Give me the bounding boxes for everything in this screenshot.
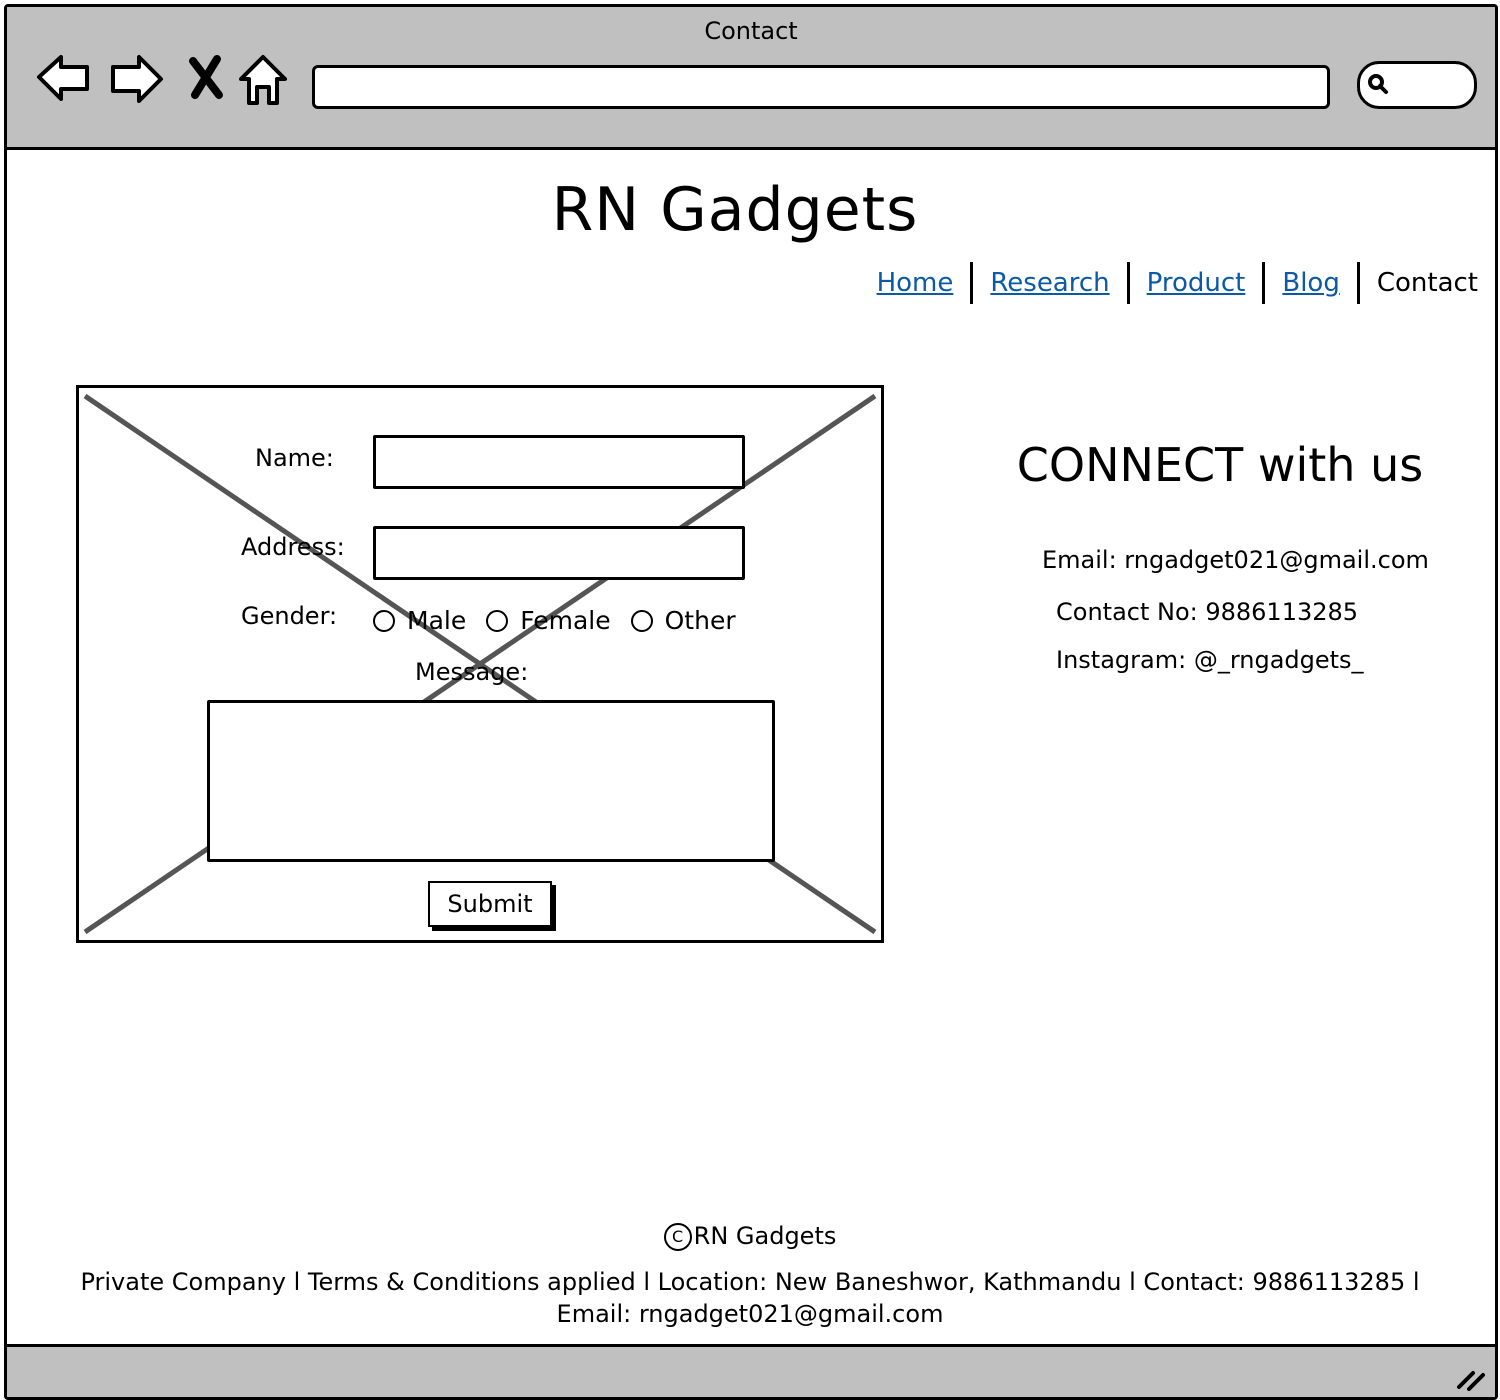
submit-button[interactable]: Submit xyxy=(428,881,552,927)
gender-radio-group: Male Female Other xyxy=(373,606,756,635)
radio-button[interactable] xyxy=(630,609,653,632)
gender-option-male[interactable]: Male xyxy=(373,606,466,635)
name-input[interactable] xyxy=(373,435,745,489)
nav-link-blog[interactable]: Blog xyxy=(1265,268,1356,298)
forward-arrow-icon[interactable] xyxy=(107,49,167,109)
nav-link-product[interactable]: Product xyxy=(1130,268,1263,298)
browser-toolbar: Contact xyxy=(7,7,1495,150)
message-textarea[interactable] xyxy=(207,700,775,862)
radio-button[interactable] xyxy=(486,609,509,632)
connect-email: Email: rngadget021@gmail.com xyxy=(1042,546,1429,574)
message-label: Message: xyxy=(415,658,529,686)
contact-form: Name: Address: Gender: Male Female Other… xyxy=(76,385,884,943)
connect-instagram: Instagram: @_rngadgets_ xyxy=(1056,646,1364,674)
browser-status-bar xyxy=(7,1344,1495,1397)
gender-option-label: Male xyxy=(407,606,467,635)
site-title: RN Gadgets xyxy=(551,175,919,245)
address-label: Address: xyxy=(241,533,345,561)
gender-option-label: Other xyxy=(664,606,736,635)
nav-link-home[interactable]: Home xyxy=(860,268,971,298)
nav-link-research[interactable]: Research xyxy=(973,268,1126,298)
copyright-text: RN Gadgets xyxy=(693,1222,837,1250)
url-bar[interactable] xyxy=(312,65,1330,109)
main-nav: Home Research Product Blog Contact xyxy=(860,262,1478,304)
footer-email-line: Email: rngadget021@gmail.com xyxy=(556,1300,944,1328)
connect-heading: CONNECT with us xyxy=(1016,438,1424,492)
gender-option-female[interactable]: Female xyxy=(486,606,611,635)
radio-button[interactable] xyxy=(373,609,395,632)
nav-current-contact: Contact xyxy=(1376,268,1478,298)
connect-phone: Contact No: 9886113285 xyxy=(1056,598,1359,626)
footer-copyright: C RN Gadgets xyxy=(0,1222,1500,1251)
gender-option-other[interactable]: Other xyxy=(630,606,736,635)
name-label: Name: xyxy=(255,444,334,472)
gender-option-label: Female xyxy=(520,606,611,635)
resize-grip-icon[interactable] xyxy=(1453,1365,1487,1391)
browser-search-field[interactable] xyxy=(1357,61,1477,109)
search-icon xyxy=(1368,74,1388,94)
footer-info-line: Private Company l Terms & Conditions app… xyxy=(80,1268,1420,1296)
back-arrow-icon[interactable] xyxy=(33,49,93,109)
window-title: Contact xyxy=(704,17,798,45)
address-input[interactable] xyxy=(373,526,745,580)
close-icon[interactable] xyxy=(179,49,239,109)
home-icon[interactable] xyxy=(233,49,293,109)
gender-label: Gender: xyxy=(241,602,338,630)
copyright-icon: C xyxy=(663,1223,692,1251)
